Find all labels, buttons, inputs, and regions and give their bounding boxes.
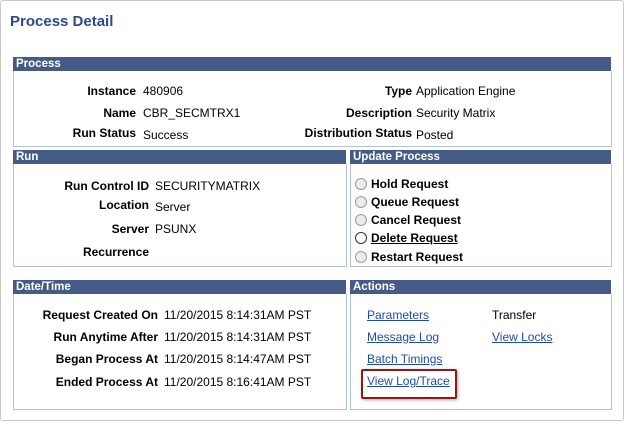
name-value: CBR_SECMTRX1: [143, 106, 241, 120]
run-status-label: Run Status: [72, 126, 136, 140]
cancel-request-radio: [355, 214, 367, 226]
request-created-on-label: Request Created On: [42, 308, 158, 322]
view-log-trace-highlight-box: [361, 369, 457, 399]
run-control-id-value: SECURITYMATRIX: [155, 179, 261, 193]
location-label: Location: [99, 198, 149, 212]
cancel-request-label: Cancel Request: [371, 213, 462, 227]
delete-request-option[interactable]: Delete Request: [355, 230, 458, 246]
restart-request-label: Restart Request: [371, 250, 464, 264]
began-process-at-value: 11/20/2015 8:14:47AM PST: [164, 352, 312, 366]
request-created-on-value: 11/20/2015 8:14:31AM PST: [164, 308, 312, 322]
queue-request-option: Queue Request: [355, 194, 459, 210]
hold-request-option: Hold Request: [355, 176, 448, 192]
description-label: Description: [345, 106, 412, 120]
cancel-request-option: Cancel Request: [355, 212, 461, 228]
began-process-at-label: Began Process At: [55, 352, 158, 366]
batch-timings-link[interactable]: Batch Timings: [367, 352, 442, 366]
run-anytime-after-label: Run Anytime After: [53, 330, 158, 344]
message-log-link[interactable]: Message Log: [367, 330, 439, 344]
queue-request-label: Queue Request: [371, 195, 460, 209]
transfer-label: Transfer: [492, 308, 537, 322]
page-title: Process Detail: [10, 13, 114, 30]
name-label: Name: [103, 106, 136, 120]
distribution-status-value: Posted: [416, 128, 454, 142]
parameters-link[interactable]: Parameters: [367, 308, 429, 322]
hold-request-label: Hold Request: [371, 177, 449, 191]
description-value: Security Matrix: [416, 106, 496, 120]
view-locks-link[interactable]: View Locks: [492, 330, 552, 344]
run-control-id-label: Run Control ID: [64, 179, 149, 193]
location-value: Server: [155, 200, 191, 214]
queue-request-radio: [355, 196, 367, 208]
run-section-header: Run: [13, 150, 346, 164]
process-section-header: Process: [13, 57, 611, 71]
update-process-header: Update Process: [350, 150, 611, 164]
restart-request-radio: [355, 251, 367, 263]
server-value: PSUNX: [155, 222, 197, 236]
delete-request-radio[interactable]: [355, 232, 367, 244]
datetime-section-header: Date/Time: [13, 280, 346, 294]
ended-process-at-label: Ended Process At: [55, 375, 158, 389]
instance-value: 480906: [143, 84, 184, 98]
delete-request-label[interactable]: Delete Request: [371, 231, 458, 245]
instance-label: Instance: [87, 84, 136, 98]
type-label: Type: [384, 84, 412, 98]
recurrence-label: Recurrence: [82, 245, 149, 259]
type-value: Application Engine: [416, 84, 516, 98]
actions-section-header: Actions: [350, 280, 611, 294]
hold-request-radio: [355, 178, 367, 190]
run-status-value: Success: [143, 128, 189, 142]
run-anytime-after-value: 11/20/2015 8:14:31AM PST: [164, 330, 312, 344]
distribution-status-label: Distribution Status: [304, 126, 412, 140]
ended-process-at-value: 11/20/2015 8:16:41AM PST: [164, 375, 312, 389]
server-label: Server: [111, 222, 149, 236]
restart-request-option: Restart Request: [355, 249, 463, 265]
